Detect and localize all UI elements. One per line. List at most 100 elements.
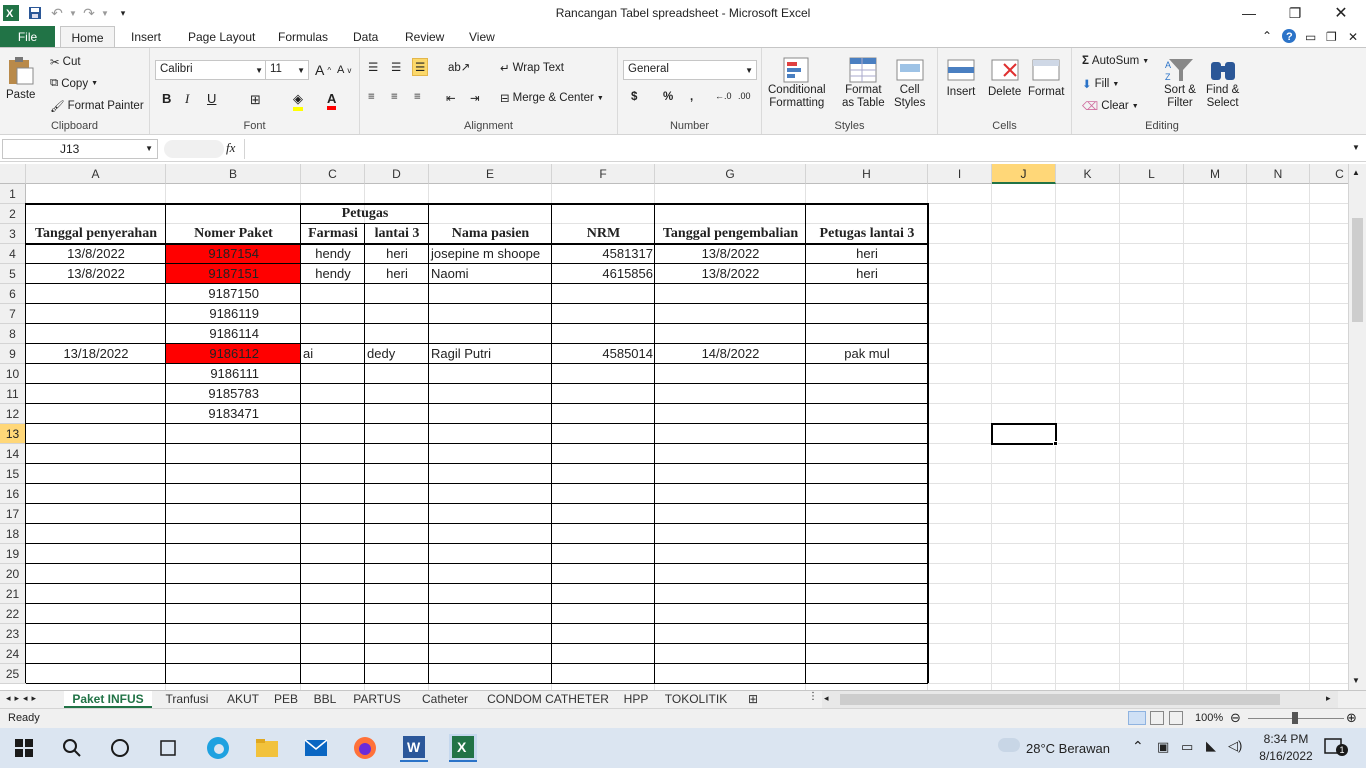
table-cell[interactable]: dedy <box>365 344 429 364</box>
find-select-button[interactable]: Find & Select <box>1206 56 1239 110</box>
expand-formula-icon[interactable]: ▼ <box>1352 143 1360 152</box>
format-as-table-button[interactable]: Format as Table <box>842 56 885 110</box>
sheet-tab[interactable]: HPP <box>620 691 652 708</box>
tab-split-handle[interactable]: ⋮ <box>808 691 822 708</box>
format-cells-button[interactable]: Format <box>1028 56 1064 98</box>
row-header[interactable]: 14 <box>0 444 26 464</box>
clear-button[interactable]: ⌫ Clear ▼ <box>1082 99 1139 113</box>
conditional-formatting-button[interactable]: Conditional Formatting <box>768 56 826 110</box>
clock-time[interactable]: 8:34 PM <box>1256 732 1316 746</box>
column-header[interactable]: K <box>1056 164 1120 184</box>
table-cell[interactable] <box>552 284 655 304</box>
increase-decimal-icon[interactable]: ←.0 <box>715 91 732 101</box>
decrease-decimal-icon[interactable]: .00 <box>738 91 751 101</box>
decrease-indent-icon[interactable]: ⇤ <box>446 91 456 105</box>
italic-icon[interactable]: I <box>185 91 189 107</box>
excel-taskbar-icon[interactable]: X <box>449 734 477 762</box>
column-header[interactable]: C <box>301 164 365 184</box>
column-label[interactable]: Tanggal penyerahan <box>26 224 166 244</box>
row-header[interactable]: 12 <box>0 404 26 424</box>
table-cell[interactable] <box>806 304 928 324</box>
active-cell-j13[interactable] <box>991 423 1057 445</box>
row-header[interactable]: 7 <box>0 304 26 324</box>
align-top-icon[interactable]: ☰ <box>368 60 378 74</box>
table-cell[interactable]: heri <box>806 244 928 264</box>
table-cell[interactable]: 9187150 <box>166 284 301 304</box>
table-cell[interactable]: 4615856 <box>552 264 655 284</box>
table-cell[interactable] <box>301 364 365 384</box>
row-header[interactable]: 10 <box>0 364 26 384</box>
horizontal-scrollbar[interactable]: ◂ ▸ <box>822 691 1338 708</box>
paste-button[interactable]: Paste <box>6 56 35 101</box>
table-cell[interactable]: 9186119 <box>166 304 301 324</box>
comma-button[interactable]: , <box>690 91 693 103</box>
table-cell[interactable] <box>655 284 806 304</box>
table-cell[interactable] <box>301 284 365 304</box>
sheet-tab[interactable]: Paket INFUS <box>64 691 152 708</box>
autosum-button[interactable]: Σ AutoSum ▼ <box>1082 55 1149 67</box>
column-label[interactable]: Farmasi <box>301 224 365 244</box>
worksheet-grid[interactable]: A B C D E F G H I J K L M N C 1 2 3 4 5 6 7 8 9 10 11 12 13 14 15 16 17… <box>0 164 1348 690</box>
sort-filter-button[interactable]: AZ Sort & Filter <box>1164 56 1196 110</box>
table-cell[interactable]: ai <box>301 344 365 364</box>
clock-date[interactable]: 8/16/2022 <box>1254 749 1318 763</box>
vertical-scrollbar[interactable]: ▲ ▼ <box>1348 164 1366 690</box>
column-header[interactable]: F <box>552 164 655 184</box>
table-cell[interactable]: 13/8/2022 <box>655 244 806 264</box>
table-cell[interactable] <box>365 364 429 384</box>
row-header[interactable]: 22 <box>0 604 26 624</box>
table-cell[interactable] <box>806 384 928 404</box>
column-label[interactable]: Nomer Paket <box>166 224 301 244</box>
workbook-close-icon[interactable]: ✕ <box>1348 30 1358 44</box>
font-color-icon[interactable]: A <box>327 91 337 110</box>
page-layout-view-icon[interactable] <box>1150 711 1164 725</box>
row-header[interactable]: 5 <box>0 264 26 284</box>
row-header[interactable]: 1 <box>0 184 26 204</box>
sheet-tab[interactable]: CONDOM CATHETER <box>484 691 612 708</box>
sheet-nav-icon[interactable]: ◂▸◂▸ <box>6 693 40 704</box>
task-view-icon[interactable] <box>154 734 182 762</box>
font-name-combo[interactable]: Calibri ▼ <box>155 60 267 80</box>
decrease-font-icon[interactable]: Av <box>337 64 351 76</box>
row-header[interactable]: 24 <box>0 644 26 664</box>
table-cell[interactable]: 13/18/2022 <box>26 344 166 364</box>
notification-center-icon[interactable]: 1 <box>1324 738 1348 756</box>
normal-view-icon[interactable] <box>1128 711 1146 725</box>
table-cell[interactable] <box>806 404 928 424</box>
zoom-slider-thumb[interactable] <box>1292 712 1298 724</box>
currency-button[interactable]: $ <box>631 91 637 103</box>
table-cell[interactable] <box>429 284 552 304</box>
table-cell[interactable] <box>26 284 166 304</box>
table-cell[interactable] <box>655 364 806 384</box>
column-label[interactable]: NRM <box>552 224 655 244</box>
align-right-icon[interactable]: ≡ <box>414 91 421 103</box>
column-header[interactable]: C <box>1310 164 1348 184</box>
increase-indent-icon[interactable]: ⇥ <box>470 91 480 105</box>
column-header[interactable]: A <box>26 164 166 184</box>
scroll-left-icon[interactable]: ◂ <box>824 693 829 704</box>
row-header[interactable]: 6 <box>0 284 26 304</box>
table-cell[interactable] <box>552 324 655 344</box>
column-header[interactable]: G <box>655 164 806 184</box>
column-header[interactable]: B <box>166 164 301 184</box>
column-header[interactable]: I <box>928 164 992 184</box>
table-cell[interactable] <box>552 304 655 324</box>
underline-icon[interactable]: U <box>207 91 216 106</box>
cut-button[interactable]: ✂ Cut <box>50 55 81 69</box>
wrap-text-button[interactable]: ↵ Wrap Text <box>500 61 564 75</box>
table-cell[interactable] <box>365 304 429 324</box>
tab-page-layout[interactable]: Page Layout <box>188 30 255 44</box>
row-header[interactable]: 18 <box>0 524 26 544</box>
new-sheet-icon[interactable]: ⊞ <box>748 691 768 708</box>
table-cell[interactable] <box>806 284 928 304</box>
row-header[interactable]: 23 <box>0 624 26 644</box>
network-icon[interactable]: ◣ <box>1206 738 1216 754</box>
align-left-icon[interactable]: ≡ <box>368 91 375 103</box>
table-cell[interactable] <box>365 384 429 404</box>
scroll-up-icon[interactable]: ▲ <box>1352 168 1360 177</box>
sheet-tab[interactable]: AKUT <box>222 691 264 708</box>
number-format-combo[interactable]: General ▼ <box>623 60 757 80</box>
mail-icon[interactable] <box>302 734 330 762</box>
table-cell[interactable] <box>552 384 655 404</box>
sheet-tab[interactable]: PEB <box>270 691 302 708</box>
